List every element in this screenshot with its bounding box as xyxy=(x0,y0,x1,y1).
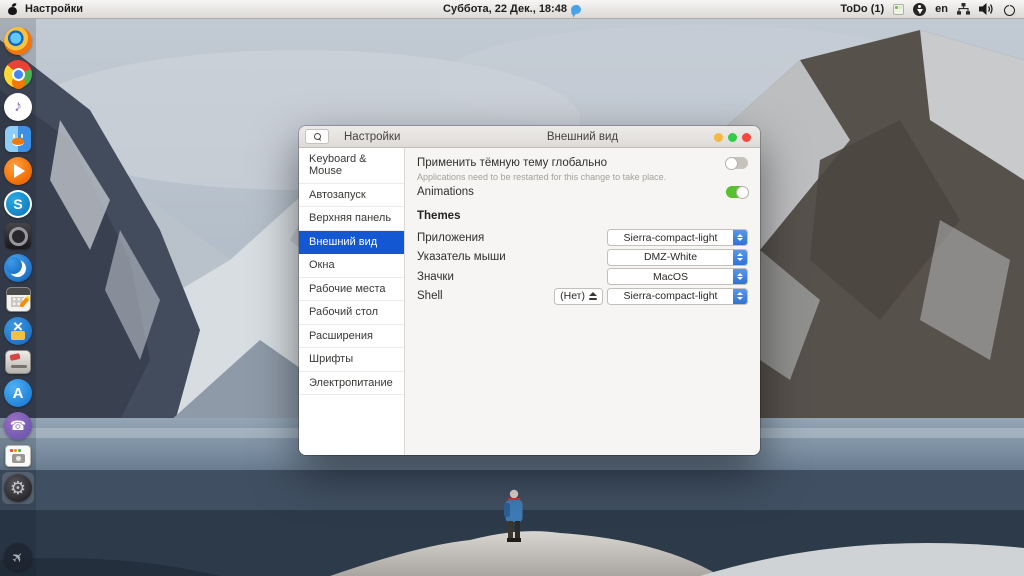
top-menubar: Настройки Суббота, 22 Дек., 18:48 ToDo (… xyxy=(0,0,1024,19)
sidebar-item-extensions[interactable]: Расширения xyxy=(299,325,404,349)
shell-theme-label: Shell xyxy=(417,290,554,302)
sidebar-item-workspaces[interactable]: Рабочие места xyxy=(299,278,404,302)
window-controls xyxy=(714,133,751,142)
dock: ♪ A ☎ ⚙ ✈ xyxy=(0,19,36,576)
dock-screenshot-tool-icon[interactable] xyxy=(5,445,31,467)
chevron-updown-icon xyxy=(733,250,747,265)
todo-indicator[interactable]: ToDo (1) xyxy=(840,3,884,15)
dropdown-value: MacOS xyxy=(608,269,733,284)
volume-icon[interactable] xyxy=(979,3,994,15)
chevron-updown-icon xyxy=(733,269,747,284)
sidebar-header-label: Настройки xyxy=(344,131,400,143)
rocket-glyph: ✈ xyxy=(8,547,28,567)
chevron-updown-icon xyxy=(733,230,747,245)
dock-chrome-icon[interactable] xyxy=(4,60,32,88)
dock-dark-utility-icon[interactable] xyxy=(5,223,31,249)
dock-scanner-utility-icon[interactable] xyxy=(5,350,31,374)
dark-theme-toggle[interactable] xyxy=(726,157,748,169)
sidebar-item-autostart[interactable]: Автозапуск xyxy=(299,184,404,208)
minimize-button[interactable] xyxy=(714,133,723,142)
shell-theme-dropdown[interactable]: Sierra-compact-light xyxy=(607,288,748,305)
icons-theme-label: Значки xyxy=(417,271,607,283)
clock-label[interactable]: Суббота, 22 Дек., 18:48 xyxy=(443,3,567,15)
apple-menu-icon[interactable] xyxy=(8,4,17,15)
chevron-updown-icon xyxy=(733,289,747,304)
window-titlebar[interactable]: Настройки Внешний вид xyxy=(299,126,760,148)
dock-system-settings-icon[interactable]: ⚙ xyxy=(4,474,32,502)
cursor-theme-dropdown[interactable]: DMZ-White xyxy=(607,249,748,266)
dock-calculator-icon[interactable] xyxy=(6,287,31,312)
cursor-theme-label: Указатель мыши xyxy=(417,251,607,263)
sidebar-item-appearance[interactable]: Внешний вид xyxy=(299,231,404,255)
toggle-knob xyxy=(736,186,749,199)
sidebar-item-desktop[interactable]: Рабочий стол xyxy=(299,301,404,325)
themes-section-header: Themes xyxy=(417,210,748,222)
appearance-panel: Применить тёмную тему глобально Applicat… xyxy=(405,148,760,455)
applications-theme-dropdown[interactable]: Sierra-compact-light xyxy=(607,229,748,246)
animations-label: Animations xyxy=(417,186,474,198)
sidebar-item-windows[interactable]: Окна xyxy=(299,254,404,278)
dock-viber-icon[interactable]: ☎ xyxy=(4,412,32,440)
appstore-letter: A xyxy=(13,385,24,402)
power-icon[interactable] xyxy=(1003,3,1016,16)
notification-chat-icon[interactable] xyxy=(570,4,581,14)
dark-theme-hint: Applications need to be restarted for th… xyxy=(417,172,748,182)
animations-toggle[interactable] xyxy=(726,186,748,198)
accessibility-icon[interactable] xyxy=(913,3,926,16)
network-icon[interactable] xyxy=(957,3,970,15)
music-note-glyph: ♪ xyxy=(14,98,22,116)
close-button[interactable] xyxy=(742,133,751,142)
keyboard-layout-indicator[interactable]: en xyxy=(935,3,948,15)
search-button[interactable] xyxy=(305,129,329,144)
eject-icon xyxy=(588,292,597,300)
dock-settings-plate[interactable]: ⚙ xyxy=(2,472,34,504)
dark-theme-label: Применить тёмную тему глобально xyxy=(417,157,607,169)
todo-icon[interactable] xyxy=(893,4,904,15)
sidebar-item-power[interactable]: Электропитание xyxy=(299,372,404,396)
sidebar-item-fonts[interactable]: Шрифты xyxy=(299,348,404,372)
app-menu-label[interactable]: Настройки xyxy=(25,3,83,15)
dock-finder-icon[interactable] xyxy=(5,126,31,152)
sidebar-item-keyboard-mouse[interactable]: Keyboard & Mouse xyxy=(299,148,404,184)
sidebar-item-top-panel[interactable]: Верхняя панель xyxy=(299,207,404,231)
shell-theme-file-button[interactable]: (Нет) xyxy=(554,288,603,305)
applications-theme-label: Приложения xyxy=(417,232,607,244)
window-title: Внешний вид xyxy=(405,131,760,143)
toggle-knob xyxy=(725,157,738,170)
dock-music-player-icon[interactable]: ♪ xyxy=(4,93,32,121)
dropdown-value: Sierra-compact-light xyxy=(608,230,733,245)
dropdown-value: Sierra-compact-light xyxy=(608,289,733,304)
dropdown-value: DMZ-White xyxy=(608,250,733,265)
dock-app-store-icon[interactable]: A xyxy=(4,379,32,407)
dock-builder-tools-icon[interactable] xyxy=(4,317,32,345)
settings-sidebar: Keyboard & Mouse Автозапуск Верхняя пане… xyxy=(299,148,405,455)
icons-theme-dropdown[interactable]: MacOS xyxy=(607,268,748,285)
dock-skype-icon[interactable] xyxy=(4,190,32,218)
maximize-button[interactable] xyxy=(728,133,737,142)
dock-blue-bird-app-icon[interactable] xyxy=(4,254,32,282)
settings-window: Настройки Внешний вид Keyboard & Mouse А… xyxy=(299,126,760,455)
dock-launcher-rocket-icon[interactable]: ✈ xyxy=(4,543,32,571)
gear-glyph: ⚙ xyxy=(10,479,26,497)
shell-none-label: (Нет) xyxy=(560,290,585,302)
dock-firefox-icon[interactable] xyxy=(4,27,32,55)
search-icon xyxy=(314,133,321,140)
dock-media-player-icon[interactable] xyxy=(4,157,32,185)
phone-glyph: ☎ xyxy=(10,418,26,434)
